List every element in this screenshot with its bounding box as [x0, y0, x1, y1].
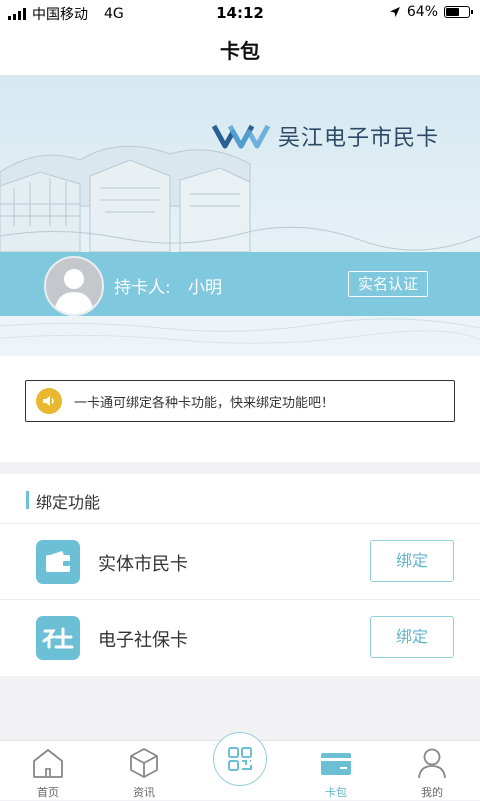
- notice-text: 一卡通可绑定各种卡功能，快来绑定功能吧！: [74, 395, 335, 411]
- holder-label: 持卡人:: [114, 278, 171, 298]
- bind-physical-card-button[interactable]: 绑定: [370, 540, 454, 582]
- section-title: 绑定功能: [36, 493, 101, 512]
- tab-card-wallet[interactable]: 卡包: [288, 741, 384, 801]
- location-arrow-icon: [389, 7, 400, 17]
- scan-button[interactable]: [213, 732, 267, 786]
- tab-news[interactable]: 资讯: [96, 741, 192, 801]
- brand-logo: 吴江电子市民卡: [212, 120, 439, 152]
- w-logo-icon: [212, 124, 270, 149]
- tab-label: 卡包: [325, 786, 347, 799]
- battery-icon: [444, 6, 473, 18]
- speaker-icon: [36, 388, 62, 414]
- bind-item-label: 电子社保卡: [98, 630, 188, 651]
- tab-label: 我的: [421, 786, 443, 799]
- tab-label: 首页: [37, 786, 59, 799]
- tab-label: 资讯: [133, 786, 155, 799]
- home-icon: [33, 749, 63, 778]
- status-bar: 中国移动 4G 14:12 64%: [0, 0, 480, 26]
- tab-bar: 首页 资讯 卡包 我的: [0, 732, 480, 801]
- bind-row-social-card[interactable]: 电子社保卡 绑定: [0, 600, 480, 676]
- social-security-icon: [36, 616, 80, 660]
- battery-fill: [446, 8, 459, 16]
- avatar[interactable]: [44, 256, 104, 316]
- news-cube-icon: [130, 748, 158, 778]
- battery-percent: 64%: [406, 4, 438, 20]
- tab-mine[interactable]: 我的: [384, 741, 480, 801]
- tab-home[interactable]: 首页: [0, 741, 96, 801]
- nav-title: 卡包: [0, 26, 480, 76]
- bind-row-physical-card[interactable]: 实体市民卡 绑定: [0, 524, 480, 600]
- wallet-icon: [36, 540, 80, 584]
- bind-social-card-button[interactable]: 绑定: [370, 616, 454, 658]
- bind-section: 绑定功能 实体市民卡 绑定 电子社保卡 绑定: [0, 474, 480, 676]
- brand-name: 吴江电子市民卡: [278, 126, 440, 151]
- default-avatar-icon: [54, 269, 94, 314]
- card-banner: 吴江电子市民卡 持卡人: 小明 实名认证: [0, 76, 480, 356]
- bind-item-label: 实体市民卡: [98, 554, 188, 575]
- card-wallet-icon: [321, 753, 351, 775]
- notice-bar[interactable]: 一卡通可绑定各种卡功能，快来绑定功能吧！: [25, 380, 455, 422]
- tab-scan[interactable]: [192, 732, 288, 801]
- holder-name: 小明: [188, 278, 222, 298]
- section-header: 绑定功能: [0, 474, 480, 524]
- real-name-verify-button[interactable]: 实名认证: [348, 271, 428, 297]
- person-icon: [418, 748, 446, 779]
- scan-qr-icon: [228, 747, 252, 771]
- notice-area: 一卡通可绑定各种卡功能，快来绑定功能吧！: [0, 356, 480, 462]
- section-accent-bar: [26, 491, 29, 509]
- status-right: 64%: [389, 4, 473, 20]
